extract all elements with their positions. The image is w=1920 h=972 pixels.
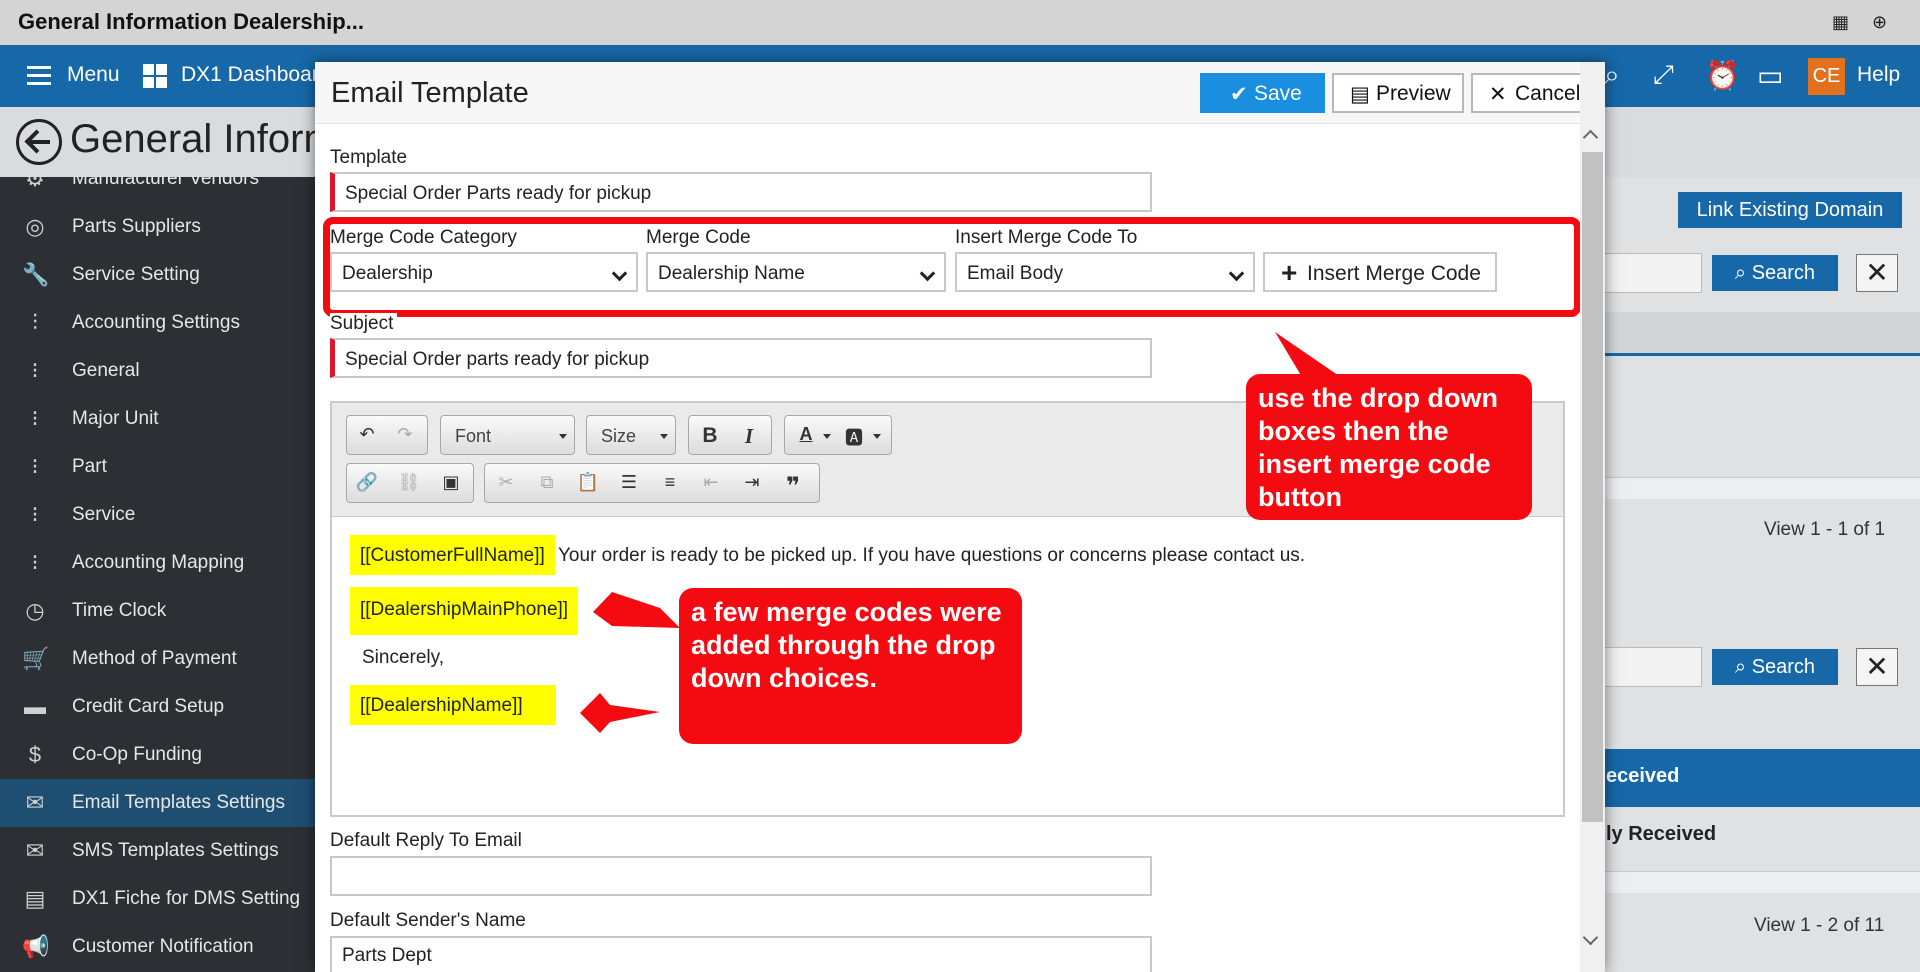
arrow-to-dealership-name [580, 693, 660, 733]
callout-arrows [580, 332, 1345, 733]
callout-instruction: use the drop down boxes then the insert … [1246, 374, 1532, 520]
callout-note: a few merge codes were added through the… [679, 588, 1022, 744]
arrow-to-phone-code [593, 592, 680, 628]
